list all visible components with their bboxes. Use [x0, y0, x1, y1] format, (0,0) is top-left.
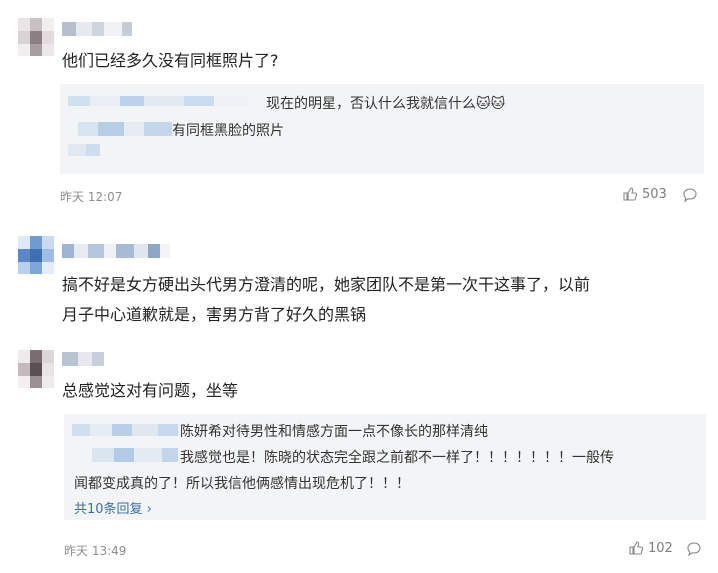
quoted-text-line-1: 现在的明星，否认什么我就信什么🐱🐱 [266, 96, 506, 112]
avatar[interactable] [18, 236, 54, 274]
username-blurred[interactable] [62, 244, 170, 258]
comment-card-2: 搞不好是女方硬出头代男方澄清的呢，她家团队不是第一次干这事了，以前 月子中心道歉… [0, 212, 718, 336]
quoted-text-line-2: 有同框黑脸的照片 [172, 123, 284, 139]
quoted-text-line-3: 闻都变成真的了！所以我信他俩感情出现危机了！！！ [74, 476, 410, 492]
avatar[interactable] [18, 350, 54, 388]
like-button[interactable]: 102 [628, 540, 673, 556]
comment-text-line-2: 月子中心道歉就是，害男方背了好久的黑锅 [62, 305, 367, 324]
timestamp: 昨天 13:49 [64, 544, 127, 558]
thumbs-up-icon [629, 541, 644, 555]
like-count: 503 [642, 186, 667, 202]
reply-button[interactable] [686, 541, 702, 561]
chevron-right-icon: › [142, 502, 152, 517]
quoted-text-line-1: 陈妍希对待男性和情感方面一点不像长的那样清纯 [180, 424, 488, 440]
comment-card-1: 他们已经多久没有同框照片了? 现在的明星，否认什么我就信什么🐱🐱 有同框黑脸的照… [0, 0, 718, 212]
blurred-username-mosaic [72, 424, 178, 462]
like-button[interactable]: 503 [622, 186, 667, 202]
quoted-reply-box[interactable]: 现在的明星，否认什么我就信什么🐱🐱 有同框黑脸的照片 [60, 84, 704, 174]
comment-bubble-icon [683, 188, 697, 203]
comment-card-3: 总感觉这对有问题，坐等 陈妍希对待男性和情感方面一点不像长的那样清纯 我感觉也是… [0, 336, 718, 573]
quoted-reply-box[interactable]: 陈妍希对待男性和情感方面一点不像长的那样清纯 我感觉也是！陈晓的状态完全跟之前都… [64, 414, 706, 520]
comment-text: 总感觉这对有问题，坐等 [62, 381, 239, 400]
timestamp: 昨天 12:07 [60, 190, 123, 204]
username-blurred[interactable] [62, 22, 132, 36]
comment-text-line-1: 搞不好是女方硬出头代男方澄清的呢，她家团队不是第一次干这事了，以前 [62, 275, 591, 294]
username-blurred[interactable] [62, 352, 104, 366]
quoted-text-line-2: 我感觉也是！陈晓的状态完全跟之前都不一样了！！！！！！！一般传 [180, 450, 614, 466]
like-count: 102 [648, 540, 673, 556]
cat-emoji-icon: 🐱🐱 [476, 96, 506, 112]
thumbs-up-icon [623, 187, 638, 201]
comment-text: 他们已经多久没有同框照片了? [62, 51, 279, 70]
avatar[interactable] [18, 18, 54, 56]
reply-button[interactable] [682, 187, 698, 207]
comment-bubble-icon [687, 542, 701, 557]
view-replies-link[interactable]: 共10条回复 › [74, 498, 152, 517]
